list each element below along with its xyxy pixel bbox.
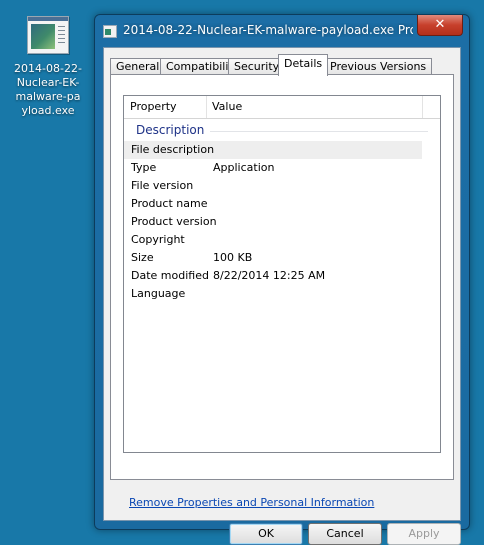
ok-button[interactable]: OK — [229, 523, 303, 545]
property-name: Language — [131, 287, 186, 300]
app-icon — [103, 25, 117, 38]
property-name: File version — [131, 179, 194, 192]
property-value: 100 KB — [213, 251, 253, 264]
window-title: 2014-08-22-Nuclear-EK-malware-payload.ex… — [123, 23, 413, 37]
property-name: Product version — [131, 215, 217, 228]
column-value[interactable]: Value — [206, 96, 423, 118]
table-row[interactable]: File version — [124, 177, 440, 195]
dialog-body: General Compatibility Security Details P… — [103, 47, 461, 545]
exe-file-icon — [27, 16, 69, 54]
title-bar[interactable]: 2014-08-22-Nuclear-EK-malware-payload.ex… — [95, 15, 469, 47]
column-property[interactable]: Property — [124, 96, 207, 118]
properties-dialog: 2014-08-22-Nuclear-EK-malware-payload.ex… — [94, 14, 470, 545]
property-value: 8/22/2014 12:25 AM — [213, 269, 326, 282]
desktop-icon-label: 2014-08-22-Nuclear-EK-malware-payload.ex… — [14, 62, 82, 117]
tab-details[interactable]: Details — [278, 54, 329, 76]
tab-previous-versions[interactable]: Previous Versions — [324, 58, 433, 75]
property-name: Size — [131, 251, 154, 264]
property-name: Product name — [131, 197, 208, 210]
close-button[interactable]: ✕ — [417, 15, 463, 36]
table-row[interactable]: Date modified 8/22/2014 12:25 AM — [124, 267, 440, 285]
table-row[interactable]: File description — [124, 141, 422, 159]
property-value: Application — [213, 161, 275, 174]
remove-properties-link[interactable]: Remove Properties and Personal Informati… — [129, 496, 374, 509]
desktop-file-icon[interactable]: 2014-08-22-Nuclear-EK-malware-payload.ex… — [8, 10, 88, 118]
group-description: Description — [136, 123, 205, 137]
table-row[interactable]: Product version — [124, 213, 440, 231]
table-row[interactable]: Language — [124, 285, 440, 303]
tab-general[interactable]: General — [110, 58, 166, 75]
table-row[interactable]: Type Application — [124, 159, 440, 177]
list-header: Property Value — [124, 96, 440, 119]
properties-list[interactable]: Property Value Description File descript… — [123, 95, 441, 453]
apply-button[interactable]: Apply — [387, 523, 461, 545]
cancel-button[interactable]: Cancel — [308, 523, 382, 545]
table-row[interactable]: Size 100 KB — [124, 249, 440, 267]
details-panel: Property Value Description File descript… — [110, 74, 461, 545]
tab-security[interactable]: Security — [228, 58, 286, 75]
property-name: File description — [131, 143, 215, 156]
group-divider — [210, 131, 428, 132]
property-rows: File description Type Application File vers… — [124, 141, 440, 303]
table-row[interactable]: Copyright — [124, 231, 440, 249]
property-name: Type — [131, 161, 157, 174]
property-name: Date modified — [131, 269, 209, 282]
property-name: Copyright — [131, 233, 185, 246]
table-row[interactable]: Product name — [124, 195, 440, 213]
